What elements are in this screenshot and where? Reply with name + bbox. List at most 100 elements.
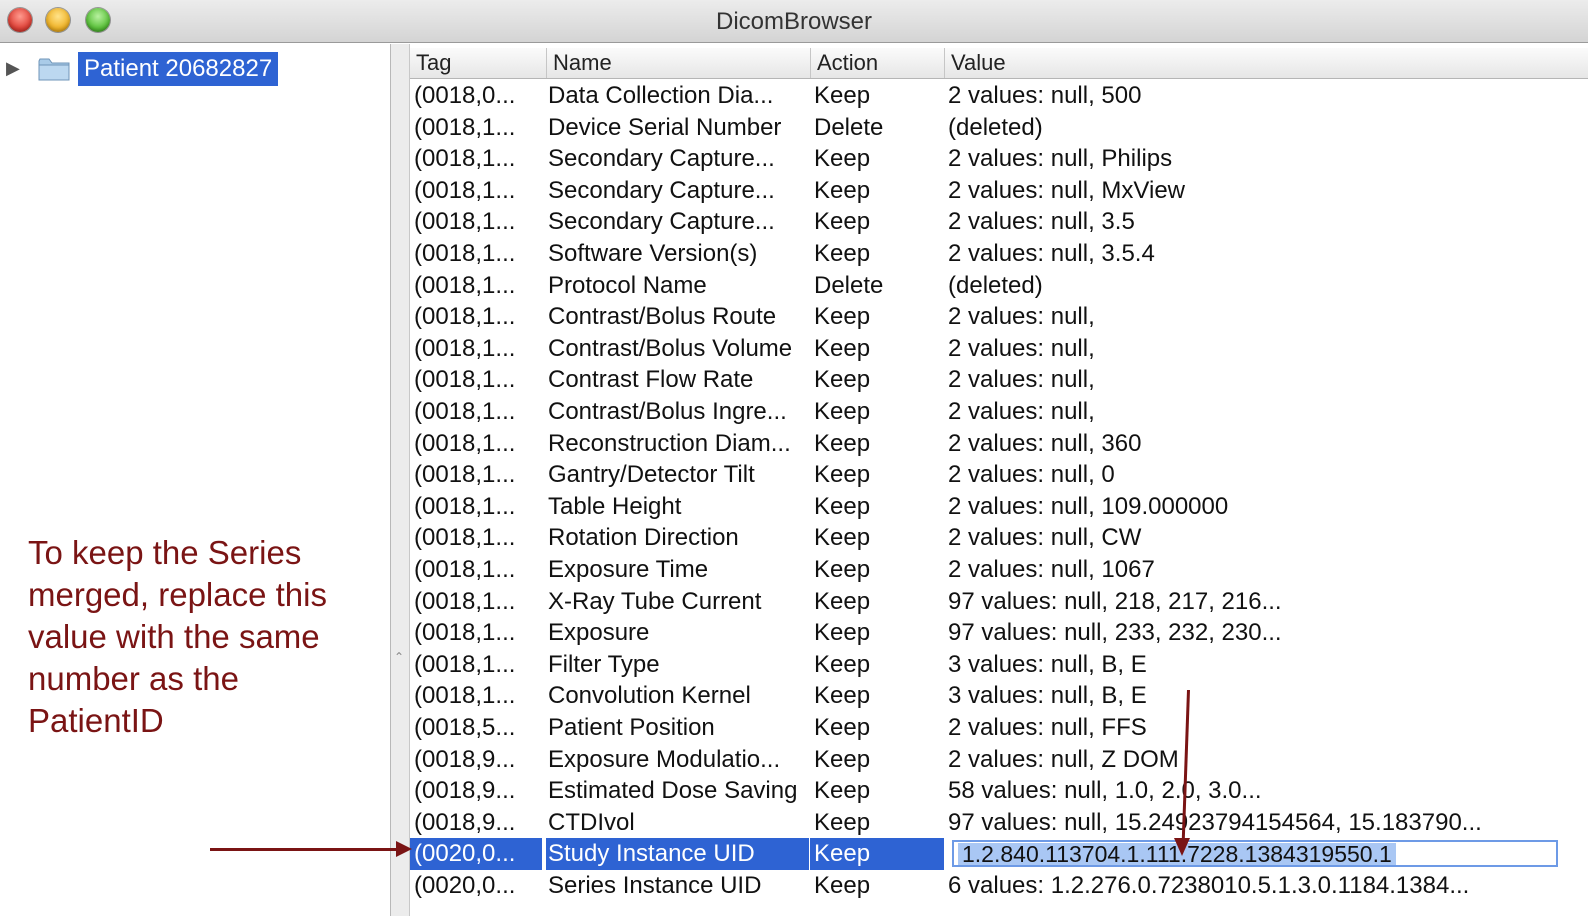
cell-name[interactable]: Secondary Capture... bbox=[548, 143, 810, 175]
cell-action[interactable]: Keep bbox=[814, 617, 944, 649]
cell-value[interactable]: 2 values: null, bbox=[948, 301, 1588, 333]
cell-action[interactable]: Keep bbox=[814, 586, 944, 618]
cell-name[interactable]: Exposure Time bbox=[548, 554, 810, 586]
cell-name[interactable]: Convolution Kernel bbox=[548, 680, 810, 712]
table-row[interactable]: (0018,1... Protocol Name Delete (deleted) bbox=[410, 270, 1588, 302]
cell-name[interactable]: Study Instance UID bbox=[546, 838, 809, 870]
table-row[interactable]: (0018,9... CTDIvol Keep 97 values: null, 15… bbox=[410, 807, 1588, 839]
table-row[interactable]: (0018,9... Exposure Modulatio... Keep 2 val… bbox=[410, 744, 1588, 776]
table-row[interactable]: (0018,1... Secondary Capture... Keep 2 valu… bbox=[410, 175, 1588, 207]
table-row[interactable]: (0020,0... Series Instance UID Keep 6 value… bbox=[410, 870, 1588, 902]
table-row[interactable]: (0018,5... Patient Position Keep 2 values: … bbox=[410, 712, 1588, 744]
cell-name[interactable]: Rotation Direction bbox=[548, 522, 810, 554]
cell-tag[interactable]: (0020,0... bbox=[414, 870, 540, 902]
cell-value[interactable]: 3 values: null, B, E bbox=[948, 649, 1588, 681]
cell-name[interactable]: Estimated Dose Saving bbox=[548, 775, 810, 807]
table-row[interactable]: (0018,1... Device Serial Number Delete (del… bbox=[410, 112, 1588, 144]
value-edit-field[interactable]: 1.2.840.113704.1.111.7228.1384319550.1 bbox=[952, 840, 1558, 868]
cell-name[interactable]: Contrast/Bolus Route bbox=[548, 301, 810, 333]
cell-tag[interactable]: (0018,1... bbox=[414, 459, 540, 491]
cell-value[interactable]: 2 values: null, CW bbox=[948, 522, 1588, 554]
cell-name[interactable]: Patient Position bbox=[548, 712, 810, 744]
cell-name[interactable]: Filter Type bbox=[548, 649, 810, 681]
cell-value[interactable]: 2 values: null, 500 bbox=[948, 80, 1588, 112]
cell-name[interactable]: Exposure Modulatio... bbox=[548, 744, 810, 776]
cell-value[interactable]: 2 values: null, Z DOM bbox=[948, 744, 1588, 776]
tree-item-label[interactable]: Patient 20682827 bbox=[78, 52, 279, 86]
cell-action[interactable]: Keep bbox=[814, 680, 944, 712]
table-row[interactable]: (0018,1... Contrast/Bolus Route Keep 2 valu… bbox=[410, 301, 1588, 333]
cell-name[interactable]: Secondary Capture... bbox=[548, 206, 810, 238]
table-row[interactable]: (0018,1... Secondary Capture... Keep 2 valu… bbox=[410, 143, 1588, 175]
cell-action[interactable]: Keep bbox=[814, 491, 944, 523]
cell-tag[interactable]: (0018,9... bbox=[414, 775, 540, 807]
cell-value[interactable]: 58 values: null, 1.0, 2.0, 3.0... bbox=[948, 775, 1588, 807]
cell-action[interactable]: Delete bbox=[814, 112, 944, 144]
cell-value[interactable]: 2 values: null, Philips bbox=[948, 143, 1588, 175]
cell-action[interactable]: Keep bbox=[814, 396, 944, 428]
table-row[interactable]: (0018,0... Data Collection Dia... Keep 2 va… bbox=[410, 80, 1588, 112]
table-row[interactable]: (0018,1... Exposure Time Keep 2 values: nul… bbox=[410, 554, 1588, 586]
cell-value[interactable]: 2 values: null, bbox=[948, 396, 1588, 428]
cell-tag[interactable]: (0018,1... bbox=[414, 301, 540, 333]
cell-action[interactable]: Keep bbox=[814, 870, 944, 902]
cell-tag[interactable]: (0018,1... bbox=[414, 333, 540, 365]
cell-value[interactable]: (deleted) bbox=[948, 112, 1588, 144]
cell-action[interactable]: Keep bbox=[814, 364, 944, 396]
cell-tag[interactable]: (0018,1... bbox=[414, 112, 540, 144]
cell-name[interactable]: Table Height bbox=[548, 491, 810, 523]
cell-tag[interactable]: (0018,1... bbox=[414, 270, 540, 302]
cell-name[interactable]: Exposure bbox=[548, 617, 810, 649]
cell-action[interactable]: Keep bbox=[814, 459, 944, 491]
cell-name[interactable]: CTDIvol bbox=[548, 807, 810, 839]
table-row[interactable]: (0018,1... X-Ray Tube Current Keep 97 value… bbox=[410, 586, 1588, 618]
cell-action[interactable]: Keep bbox=[814, 206, 944, 238]
cell-action[interactable]: Keep bbox=[814, 428, 944, 460]
cell-name[interactable]: Contrast/Bolus Ingre... bbox=[548, 396, 810, 428]
cell-name[interactable]: Software Version(s) bbox=[548, 238, 810, 270]
cell-name[interactable]: Series Instance UID bbox=[548, 870, 810, 902]
cell-action[interactable]: Keep bbox=[814, 175, 944, 207]
cell-tag[interactable]: (0018,9... bbox=[414, 744, 540, 776]
cell-tag[interactable]: (0018,1... bbox=[414, 175, 540, 207]
cell-tag[interactable]: (0018,0... bbox=[414, 80, 540, 112]
table-row[interactable]: (0018,1... Exposure Keep 97 values: null, 2… bbox=[410, 617, 1588, 649]
cell-action[interactable]: Keep bbox=[810, 838, 944, 870]
cell-tag[interactable]: (0018,9... bbox=[414, 807, 540, 839]
cell-action[interactable]: Keep bbox=[814, 333, 944, 365]
cell-tag[interactable]: (0018,5... bbox=[414, 712, 540, 744]
cell-name[interactable]: Reconstruction Diam... bbox=[548, 428, 810, 460]
table-row[interactable]: (0018,9... Estimated Dose Saving Keep 58 va… bbox=[410, 775, 1588, 807]
splitter-grip-icon[interactable]: ⌃ bbox=[394, 650, 404, 664]
cell-value[interactable]: 2 values: null, bbox=[948, 364, 1588, 396]
cell-name[interactable]: Contrast/Bolus Volume bbox=[548, 333, 810, 365]
table-row[interactable]: (0018,1... Secondary Capture... Keep 2 valu… bbox=[410, 206, 1588, 238]
cell-tag[interactable]: (0018,1... bbox=[414, 586, 540, 618]
cell-value[interactable]: 97 values: null, 233, 232, 230... bbox=[948, 617, 1588, 649]
cell-tag[interactable]: (0018,1... bbox=[414, 491, 540, 523]
cell-value[interactable]: 6 values: 1.2.276.0.7238010.5.1.3.0.1184… bbox=[948, 870, 1588, 902]
column-header-name[interactable]: Name bbox=[546, 48, 810, 78]
cell-value[interactable]: 2 values: null, 0 bbox=[948, 459, 1588, 491]
cell-name[interactable]: Data Collection Dia... bbox=[548, 80, 810, 112]
cell-value[interactable]: (deleted) bbox=[948, 270, 1588, 302]
cell-action[interactable]: Keep bbox=[814, 301, 944, 333]
cell-tag[interactable]: (0018,1... bbox=[414, 396, 540, 428]
pane-splitter[interactable]: ⌃ bbox=[391, 44, 410, 916]
cell-tag[interactable]: (0018,1... bbox=[414, 428, 540, 460]
cell-tag[interactable]: (0018,1... bbox=[414, 206, 540, 238]
cell-value[interactable]: 2 values: null, bbox=[948, 333, 1588, 365]
cell-action[interactable]: Keep bbox=[814, 775, 944, 807]
cell-tag[interactable]: (0018,1... bbox=[414, 617, 540, 649]
cell-tag[interactable]: (0020,0... bbox=[410, 838, 542, 870]
cell-action[interactable]: Keep bbox=[814, 744, 944, 776]
cell-action[interactable]: Keep bbox=[814, 649, 944, 681]
cell-name[interactable]: Gantry/Detector Tilt bbox=[548, 459, 810, 491]
cell-value[interactable]: 2 values: null, 1067 bbox=[948, 554, 1588, 586]
cell-name[interactable]: Device Serial Number bbox=[548, 112, 810, 144]
cell-action[interactable]: Keep bbox=[814, 143, 944, 175]
cell-tag[interactable]: (0018,1... bbox=[414, 680, 540, 712]
table-row[interactable]: (0018,1... Gantry/Detector Tilt Keep 2 valu… bbox=[410, 459, 1588, 491]
table-row[interactable]: (0020,0... Study Instance UID Keep 1.2.840.… bbox=[410, 838, 1588, 870]
cell-value[interactable]: 2 values: null, 360 bbox=[948, 428, 1588, 460]
